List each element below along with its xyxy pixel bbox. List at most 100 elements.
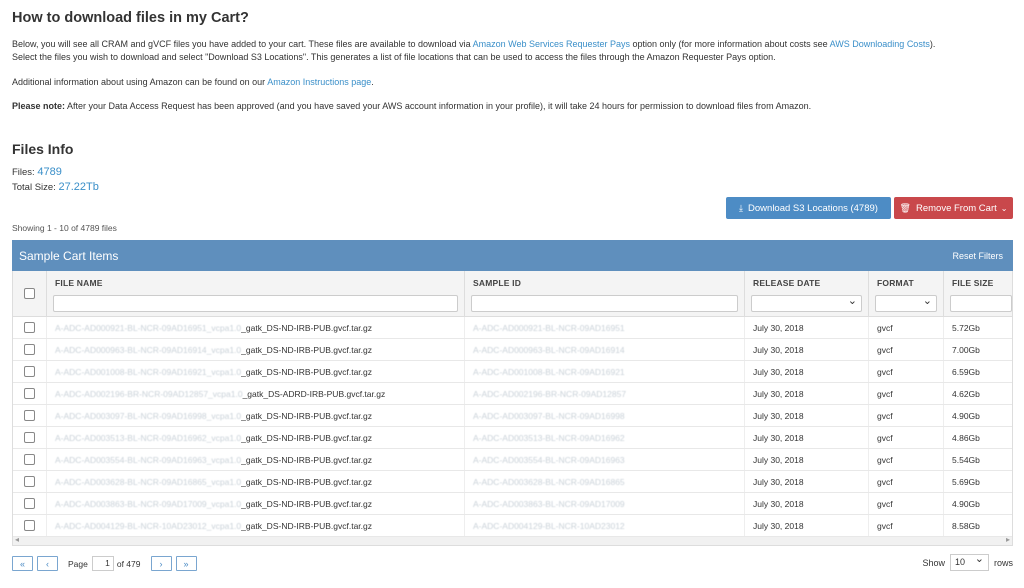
sample-id-value: A-ADC-AD003513-BL-NCR-09AD16962 [473,432,625,443]
release-date-cell: July 30, 2018 [745,339,869,360]
file-name-cell: A-ADC-AD003628-BL-NCR-09AD16865_vcpa1.0 _… [47,471,465,492]
column-release-date: RELEASE DATE [745,271,869,316]
files-count-label: Files: [12,167,38,178]
column-file-name: FILE NAME [47,271,465,316]
row-select-cell [13,427,47,448]
sample-id-filter-input[interactable] [471,295,738,312]
row-select-cell [13,405,47,426]
aws-costs-link[interactable]: AWS Downloading Costs [830,39,930,49]
file-name-prefix: A-ADC-AD003513-BL-NCR-09AD16962_vcpa1.0 [55,432,242,443]
row-checkbox[interactable] [24,520,35,531]
file-size-cell: 5.69Gb [952,476,980,487]
row-select-cell [13,339,47,360]
sample-id-cell: A-ADC-AD003628-BL-NCR-09AD16865 [465,471,745,492]
file-name-prefix: A-ADC-AD003554-BL-NCR-09AD16963_vcpa1.0 [55,454,242,465]
row-checkbox[interactable] [24,366,35,377]
table-row[interactable]: A-ADC-AD003628-BL-NCR-09AD16865_vcpa1.0 _… [13,471,1012,493]
row-checkbox[interactable] [24,410,35,421]
row-checkbox[interactable] [24,454,35,465]
remove-from-cart-button[interactable]: 🗑 Remove From Cart ⌄ [894,197,1013,219]
sample-id-cell: A-ADC-AD004129-BL-NCR-10AD23012 [465,515,745,536]
horizontal-scrollbar[interactable]: ◂ ▸ [13,535,1012,546]
sample-id-cell: A-ADC-AD000963-BL-NCR-09AD16914 [465,339,745,360]
prev-page-button[interactable]: ‹ [37,556,58,571]
sample-id-value: A-ADC-AD000963-BL-NCR-09AD16914 [473,344,625,355]
total-size-value: 27.22Tb [58,181,99,193]
release-date-cell: July 30, 2018 [745,515,869,536]
select-all-checkbox[interactable] [24,288,35,299]
note-text: After your Data Access Request has been … [65,101,812,111]
sample-id-cell: A-ADC-AD000921-BL-NCR-09AD16951 [465,317,745,338]
file-size-cell: 8.58Gb [952,520,980,531]
pagination: « ‹ Page 1 of 479 › » [12,556,201,571]
sample-id-cell: A-ADC-AD003863-BL-NCR-09AD17009 [465,493,745,514]
aws-requester-pays-link[interactable]: Amazon Web Services Requester Pays [473,39,630,49]
file-size-cell: 5.72Gb [952,322,980,333]
file-name-filter-input[interactable] [53,295,458,312]
row-checkbox[interactable] [24,432,35,443]
file-name-suffix: _gatk_DS-ND-IRB-PUB.gvcf.tar.gz [241,498,373,509]
scroll-right-icon[interactable]: ▸ [1006,535,1010,544]
row-select-cell [13,515,47,536]
file-size-cell: 4.86Gb [952,432,980,443]
file-name-suffix: _gatk_DS-ND-IRB-PUB.gvcf.tar.gz [241,366,373,377]
format-cell: gvcf [869,405,944,426]
file-size-cell: 4.62Gb [952,388,980,399]
row-checkbox[interactable] [24,388,35,399]
file-name-cell: A-ADC-AD002196-BR-NCR-09AD12857_vcpa1.0 _… [47,383,465,404]
row-checkbox[interactable] [24,322,35,333]
format-filter-select[interactable] [875,294,937,312]
download-s3-locations-button[interactable]: ⤓ Download S3 Locations (4789) [726,197,891,219]
file-size-filter-input[interactable] [950,295,1012,312]
amazon-info-text: . [371,77,374,87]
reset-filters-button[interactable]: Reset Filters [952,251,1003,261]
page-title: How to download files in my Cart? [12,10,249,26]
release-date-filter-select[interactable] [751,294,862,312]
release-date-cell: July 30, 2018 [745,427,869,448]
table-row[interactable]: A-ADC-AD003513-BL-NCR-09AD16962_vcpa1.0 _… [13,427,1012,449]
table-row[interactable]: A-ADC-AD003554-BL-NCR-09AD16963_vcpa1.0 _… [13,449,1012,471]
row-checkbox[interactable] [24,498,35,509]
page-total: of 479 [116,558,141,569]
sample-id-value: A-ADC-AD002196-BR-NCR-09AD12857 [473,388,627,399]
format-cell: gvcf [869,515,944,536]
amazon-instructions-link[interactable]: Amazon Instructions page [267,77,371,87]
file-name-suffix: _gatk_DS-ND-IRB-PUB.gvcf.tar.gz [241,520,373,531]
column-header-label: FILE NAME [55,278,103,288]
file-size-cell: 4.90Gb [952,410,980,421]
file-name-cell: A-ADC-AD003863-BL-NCR-09AD17009_vcpa1.0 _… [47,493,465,514]
file-name-prefix: A-ADC-AD000921-BL-NCR-09AD16951_vcpa1.0 [55,322,242,333]
sample-id-value: A-ADC-AD004129-BL-NCR-10AD23012 [473,520,625,531]
grid-header-bar: Sample Cart Items Reset Filters [12,240,1013,271]
file-name-cell: A-ADC-AD003513-BL-NCR-09AD16962_vcpa1.0 _… [47,427,465,448]
sample-id-value: A-ADC-AD001008-BL-NCR-09AD16921 [473,366,625,377]
file-name-prefix: A-ADC-AD004129-BL-NCR-10AD23012_vcpa1.0 [55,520,242,531]
table-row[interactable]: A-ADC-AD003863-BL-NCR-09AD17009_vcpa1.0 _… [13,493,1012,515]
file-name-cell: A-ADC-AD001008-BL-NCR-09AD16921_vcpa1.0 _… [47,361,465,382]
table-row[interactable]: A-ADC-AD001008-BL-NCR-09AD16921_vcpa1.0 _… [13,361,1012,383]
file-name-cell: A-ADC-AD000963-BL-NCR-09AD16914_vcpa1.0 _… [47,339,465,360]
table-row[interactable]: A-ADC-AD000921-BL-NCR-09AD16951_vcpa1.0 _… [13,317,1012,339]
format-cell: gvcf [869,427,944,448]
page-number-input[interactable]: 1 [91,556,114,571]
files-count: Files: 4789 [12,166,62,178]
row-checkbox[interactable] [24,476,35,487]
first-page-button[interactable]: « [12,556,33,571]
table-row[interactable]: A-ADC-AD004129-BL-NCR-10AD23012_vcpa1.0 _… [13,515,1012,537]
table-row[interactable]: A-ADC-AD002196-BR-NCR-09AD12857_vcpa1.0 _… [13,383,1012,405]
release-date-cell: July 30, 2018 [745,383,869,404]
table-row[interactable]: A-ADC-AD000963-BL-NCR-09AD16914_vcpa1.0 _… [13,339,1012,361]
grid-title: Sample Cart Items [19,248,119,263]
file-name-suffix: _gatk_DS-ND-IRB-PUB.gvcf.tar.gz [241,322,373,333]
showing-count: Showing 1 - 10 of 4789 files [12,223,117,233]
table-row[interactable]: A-ADC-AD003097-BL-NCR-09AD16998_vcpa1.0 _… [13,405,1012,427]
rows-per-page-select[interactable]: 10 [949,552,989,571]
cart-grid: FILE NAME SAMPLE ID RELEASE DATE FORMAT … [12,271,1013,546]
file-name-suffix: _gatk_DS-ND-IRB-PUB.gvcf.tar.gz [241,454,373,465]
release-date-cell: July 30, 2018 [745,493,869,514]
row-checkbox[interactable] [24,344,35,355]
next-page-button[interactable]: › [150,556,172,571]
file-name-suffix: _gatk_DS-ND-IRB-PUB.gvcf.tar.gz [241,476,373,487]
last-page-button[interactable]: » [175,556,197,571]
scroll-left-icon[interactable]: ◂ [15,535,19,544]
